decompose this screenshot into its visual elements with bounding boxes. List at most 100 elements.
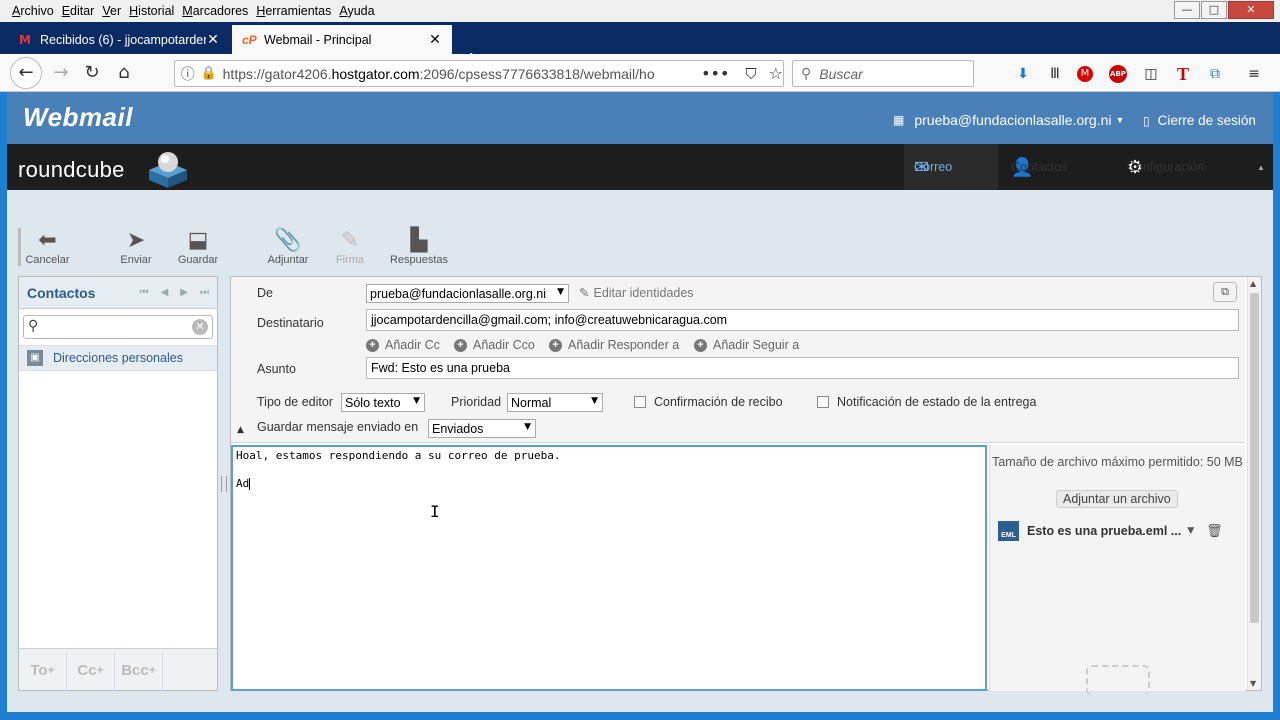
screenshot-icon[interactable]: ⧉ (1205, 64, 1225, 84)
scroll-thumb[interactable] (1250, 293, 1259, 623)
pocket-icon[interactable]: ⛉ (745, 65, 756, 83)
menu-editar[interactable]: Editar (58, 4, 99, 18)
close-tab-icon[interactable]: ✕ (428, 32, 442, 48)
extension-red-icon[interactable]: M (1077, 66, 1093, 82)
adblock-icon[interactable]: ABP (1109, 65, 1127, 83)
menu-archivo[interactable]: Archivo (8, 4, 58, 18)
to-field[interactable]: jjocampotardencilla@gmail.com; info@crea… (366, 309, 1239, 331)
next-page-icon[interactable]: ▶ (180, 287, 188, 298)
scroll-up-icon: ▲ (1250, 279, 1257, 288)
contacts-panel: Contactos ⏮ ◀ ▶ ⏭ ⚲ ✕ ▣ Direcciones pers… (18, 276, 218, 691)
chevron-down-icon[interactable]: ▼ (1187, 526, 1194, 536)
nav-settings[interactable]: ⚙ Configuración (1127, 144, 1204, 190)
body-line: Hoal, estamos respondiendo a su correo d… (236, 449, 561, 462)
address-book-personal[interactable]: ▣ Direcciones personales (19, 345, 217, 371)
plus-icon: + (366, 338, 379, 352)
drop-zone-icon (1086, 665, 1150, 695)
compose-scrollbar[interactable]: ▲ ▼ (1247, 277, 1261, 690)
panel-splitter[interactable] (221, 476, 227, 492)
plus-icon: + (694, 338, 707, 352)
attachment-item[interactable]: EML Esto es una prueba.eml ... ▼ 🗑 (998, 521, 1238, 541)
page-actions-icon[interactable]: ••• (701, 64, 729, 83)
search-bar[interactable]: ⚲ Buscar (792, 60, 974, 87)
add-followup-link[interactable]: + Añadir Seguir a (694, 338, 799, 352)
reload-icon[interactable]: ↻ (78, 60, 106, 86)
info-icon[interactable]: ⓘ (175, 64, 200, 84)
subject-field[interactable]: Fwd: Esto es una prueba (366, 357, 1239, 379)
send-button[interactable]: ➤ Enviar (106, 228, 166, 266)
home-icon[interactable]: ⌂ (110, 60, 138, 86)
save-in-label: Guardar mensaje enviado en (257, 420, 419, 434)
prev-page-icon[interactable]: ◀ (161, 287, 169, 298)
library-icon[interactable]: Ⅲ (1045, 64, 1065, 84)
cancel-button[interactable]: ⬅ Cancelar (18, 228, 74, 266)
receipt-checkbox[interactable]: Confirmación de recibo (634, 395, 783, 409)
tab-bar: M Recibidos (6) - jjocampotarden ✕ cP We… (0, 22, 1280, 73)
from-select[interactable]: prueba@fundacionlasalle.org.ni ▼ (366, 284, 569, 303)
text-caret (249, 478, 251, 490)
save-button[interactable]: ⬓ Guardar (168, 228, 228, 266)
collapse-headers-icon[interactable]: ▲ (237, 425, 244, 435)
priority-select[interactable]: Normal ▼ (507, 393, 603, 412)
maximize-button[interactable]: □ (1201, 1, 1227, 19)
attach-button[interactable]: 📎 Adjuntar (258, 228, 318, 266)
message-body[interactable]: Hoal, estamos respondiendo a su correo d… (231, 445, 987, 691)
extension-t-icon[interactable]: T (1173, 64, 1193, 84)
add-cc-button[interactable]: Cc + (67, 649, 115, 691)
nav-contacts[interactable]: 👤 Contactos (1011, 144, 1067, 190)
chevron-down-icon: ▼ (591, 396, 598, 406)
menu-icon[interactable]: ≡ (1244, 64, 1264, 84)
expand-window-icon[interactable]: ⧉ (1213, 282, 1237, 302)
last-page-icon[interactable]: ⏭ (200, 287, 209, 298)
signature-label: Firma (335, 254, 365, 266)
browser-menubar: Archivo Editar Ver Historial Marcadores … (0, 0, 1280, 22)
cpanel-header: Webmail ▦ prueba@fundacionlasalle.org.ni… (7, 92, 1273, 144)
close-tab-icon[interactable]: ✕ (206, 32, 220, 48)
add-to-button[interactable]: To + (19, 649, 67, 691)
add-reply-to-link[interactable]: + Añadir Responder a (549, 338, 679, 352)
paper-plane-icon: ➤ (126, 228, 146, 253)
edit-identities-link[interactable]: ✎ Editar identidades (579, 285, 694, 300)
minimize-button[interactable]: — (1174, 1, 1200, 19)
back-icon[interactable]: ← (10, 57, 42, 89)
roundcube-logo[interactable]: roundcube (18, 157, 125, 183)
tab-webmail[interactable]: cP Webmail - Principal ✕ (232, 25, 452, 54)
menu-herramientas[interactable]: Herramientas (252, 4, 335, 18)
lock-icon[interactable]: 🔒 (200, 66, 216, 81)
forward-icon[interactable]: → (47, 60, 75, 86)
tab-gmail[interactable]: M Recibidos (6) - jjocampotarden ✕ (8, 25, 230, 54)
sidebar-icon[interactable]: ◫ (1141, 64, 1161, 84)
menu-ver[interactable]: Ver (98, 4, 125, 18)
trash-icon[interactable]: 🗑 (1206, 524, 1223, 539)
url-text[interactable]: https://gator4206.hostgator.com:2096/cps… (223, 66, 673, 82)
dsn-checkbox[interactable]: Notificación de estado de la entrega (817, 395, 1036, 409)
url-bar[interactable]: ⓘ 🔒 https://gator4206.hostgator.com:2096… (174, 60, 784, 87)
chevron-down-icon: ▼ (1115, 115, 1125, 125)
bookmark-star-icon[interactable]: ☆ (769, 64, 783, 83)
webmail-logo[interactable]: Webmail (23, 102, 133, 133)
add-bcc-link[interactable]: + Añadir Cco (454, 338, 535, 352)
add-cc-link[interactable]: + Añadir Cc (366, 338, 440, 352)
navigation-bar: ← → ↻ ⌂ ⓘ 🔒 https://gator4206.hostgator.… (0, 54, 1280, 92)
nav-mail[interactable]: ✉ Correo (904, 144, 998, 190)
editor-type-label: Tipo de editor (257, 395, 333, 409)
clear-icon[interactable]: ✕ (192, 319, 208, 335)
download-icon[interactable]: ⬇ (1013, 64, 1033, 84)
attach-file-button[interactable]: Adjuntar un archivo (1056, 490, 1178, 508)
responses-button[interactable]: ▙ Respuestas (382, 228, 456, 266)
menu-historial[interactable]: Historial (125, 4, 178, 18)
collapse-icon[interactable]: ▲ (1257, 144, 1265, 190)
plus-icon: + (454, 338, 467, 352)
editor-type-select[interactable]: Sólo texto ▼ (341, 393, 425, 412)
menu-marcadores[interactable]: Marcadores (178, 4, 252, 18)
menu-ayuda[interactable]: Ayuda (335, 4, 378, 18)
user-menu[interactable]: ▦ prueba@fundacionlasalle.org.ni ▼ (893, 112, 1124, 128)
contacts-search-input[interactable]: ⚲ ✕ (23, 315, 213, 339)
eml-file-icon: EML (998, 521, 1019, 541)
logout-link[interactable]: ▯ Cierre de sesión (1143, 113, 1256, 128)
save-in-select[interactable]: Enviados ▼ (428, 419, 536, 438)
add-bcc-button[interactable]: Bcc + (115, 649, 163, 691)
first-page-icon[interactable]: ⏮ (140, 287, 149, 298)
signature-button[interactable]: ✎ Firma (320, 228, 380, 266)
close-window-button[interactable]: ✕ (1228, 1, 1274, 19)
